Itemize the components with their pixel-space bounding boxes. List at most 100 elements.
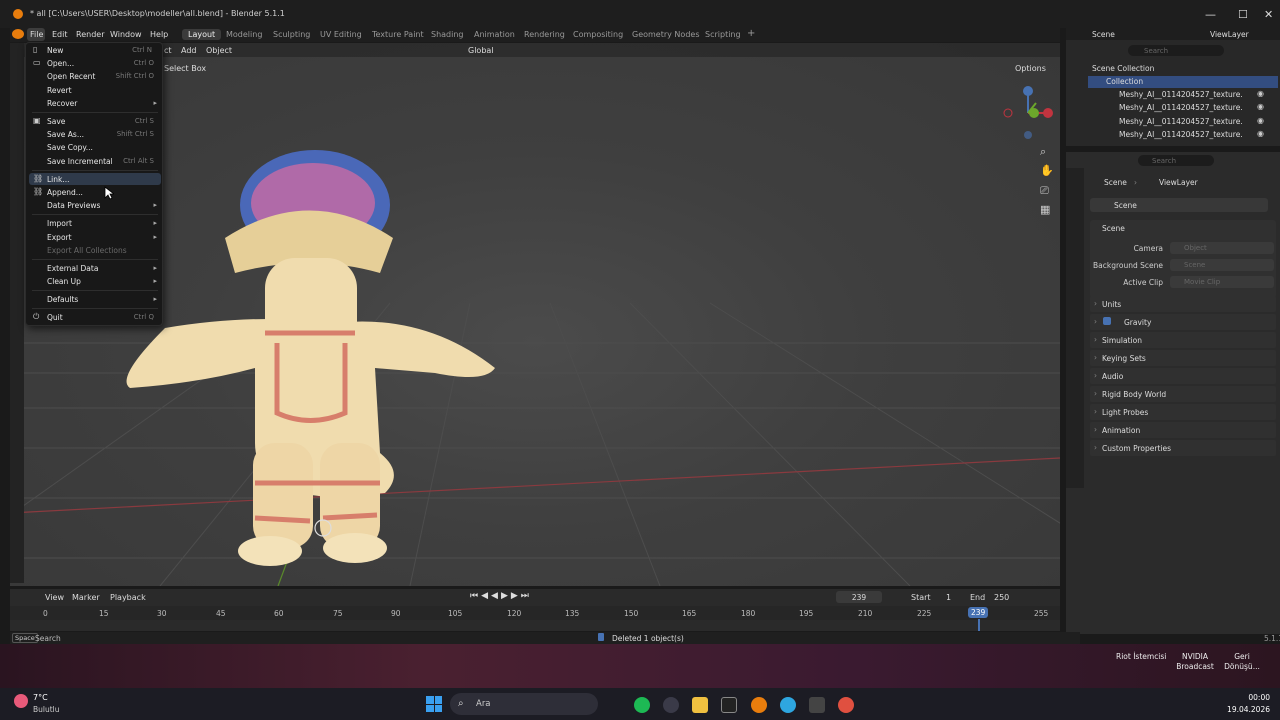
scene-collection-row[interactable]: Scene Collection: [1092, 64, 1154, 73]
outliner-search-input[interactable]: Search: [1128, 45, 1224, 56]
menu-item-save[interactable]: Save: [47, 117, 65, 126]
scene-datablock-field[interactable]: Scene: [1090, 198, 1268, 212]
timeline-menu-view[interactable]: View: [45, 593, 64, 602]
panel-keying-sets[interactable]: › Keying Sets: [1090, 350, 1276, 366]
menu-item-save-as[interactable]: Save As...: [47, 130, 84, 139]
start-frame-value[interactable]: 1: [946, 593, 951, 602]
3d-viewport[interactable]: ⌕ ✋ ⎚ ▦: [10, 43, 1060, 586]
clock-date[interactable]: 19.04.2026: [1210, 705, 1270, 714]
menu-item-link[interactable]: Link...: [47, 175, 70, 184]
add-workspace-button[interactable]: +: [747, 28, 755, 39]
visibility-eye-icon[interactable]: ◉: [1257, 89, 1264, 98]
minimize-button[interactable]: —: [1205, 8, 1216, 21]
pan-hand-icon[interactable]: ✋: [1040, 164, 1054, 177]
menu-item-external-data[interactable]: External Data: [47, 264, 98, 273]
collection-row[interactable]: Collection: [1106, 77, 1143, 86]
menu-item-clean-up[interactable]: Clean Up: [47, 277, 81, 286]
menu-item-open[interactable]: Open...: [47, 59, 74, 68]
tab-modeling[interactable]: Modeling: [226, 30, 262, 39]
taskbar-search-input[interactable]: ⌕ Ara: [450, 693, 598, 715]
object-row-4[interactable]: Meshy_AI__0114204527_texture.: [1119, 130, 1243, 139]
file-explorer-icon[interactable]: [692, 697, 708, 713]
menu-item-open-recent[interactable]: Open Recent: [47, 72, 95, 81]
menu-item-save-incremental[interactable]: Save Incremental: [47, 157, 113, 166]
active-clip-field[interactable]: Movie Clip: [1170, 276, 1274, 288]
navigation-gizmo[interactable]: [1000, 81, 1060, 151]
tab-compositing[interactable]: Compositing: [573, 30, 623, 39]
clock-time[interactable]: 00:00: [1210, 693, 1270, 702]
menu-window[interactable]: Window: [110, 30, 142, 39]
panel-rigid-body-world[interactable]: › Rigid Body World: [1090, 386, 1276, 402]
menu-item-revert[interactable]: Revert: [47, 86, 72, 95]
end-frame-value[interactable]: 250: [994, 593, 1009, 602]
playhead-frame[interactable]: 239: [968, 607, 989, 618]
zoom-icon[interactable]: ⌕: [1040, 145, 1046, 159]
viewport-options-button[interactable]: Options: [1015, 64, 1046, 73]
menu-item-data-previews[interactable]: Data Previews: [47, 201, 100, 210]
panel-audio[interactable]: › Audio: [1090, 368, 1276, 384]
menu-item-save-copy[interactable]: Save Copy...: [47, 143, 93, 152]
windows-start-icon[interactable]: [426, 696, 442, 712]
tab-geometry-nodes[interactable]: Geometry Nodes: [632, 30, 699, 39]
menu-file[interactable]: File: [30, 30, 43, 39]
app-icon[interactable]: [838, 697, 854, 713]
playhead-line[interactable]: [978, 619, 980, 631]
scene-selector[interactable]: Scene: [1092, 30, 1115, 39]
blender-menu-icon[interactable]: [12, 29, 24, 39]
menu-help[interactable]: Help: [150, 30, 168, 39]
epic-games-icon[interactable]: [809, 697, 825, 713]
desktop-icon-nvidia[interactable]: NVIDIA Broadcast: [1172, 652, 1218, 672]
view-layer-selector[interactable]: ViewLayer: [1210, 30, 1249, 39]
menu-item-new[interactable]: New: [47, 46, 63, 55]
tab-animation[interactable]: Animation: [474, 30, 515, 39]
desktop-icon-riot[interactable]: Riot İstemcisi: [1116, 652, 1166, 661]
tab-layout[interactable]: Layout: [182, 29, 222, 40]
ortho-grid-icon[interactable]: ▦: [1040, 203, 1050, 216]
properties-search-input[interactable]: Search: [1138, 155, 1214, 166]
tab-uv-editing[interactable]: UV Editing: [320, 30, 362, 39]
tool-shelf[interactable]: [10, 43, 24, 583]
scene-panel-title[interactable]: Scene: [1102, 224, 1125, 233]
spotify-icon[interactable]: [634, 697, 650, 713]
menu-item-defaults[interactable]: Defaults: [47, 295, 78, 304]
menu-edit[interactable]: Edit: [52, 30, 68, 39]
object-row-3[interactable]: Meshy_AI__0114204527_texture.: [1119, 117, 1243, 126]
camera-field[interactable]: Object: [1170, 242, 1274, 254]
menu-item-append[interactable]: Append...: [47, 188, 83, 197]
menu-item-quit[interactable]: Quit: [47, 313, 63, 322]
menu-item-recover[interactable]: Recover: [47, 99, 77, 108]
maximize-button[interactable]: ☐: [1238, 8, 1248, 21]
camera-view-icon[interactable]: ⎚: [1040, 184, 1049, 198]
panel-units[interactable]: › Units: [1090, 296, 1276, 312]
panel-gravity[interactable]: › Gravity: [1090, 314, 1276, 330]
desktop-icon-recycle[interactable]: Geri Dönüşü...: [1222, 652, 1262, 672]
visibility-eye-icon[interactable]: ◉: [1257, 116, 1264, 125]
steam-icon[interactable]: [663, 697, 679, 713]
object-row-2[interactable]: Meshy_AI__0114204527_texture.: [1119, 103, 1243, 112]
transform-orientation-dropdown[interactable]: Global: [468, 46, 494, 55]
viewport-menu-object[interactable]: Object: [206, 46, 232, 55]
tab-sculpting[interactable]: Sculpting: [273, 30, 310, 39]
close-window-button[interactable]: ✕: [1264, 8, 1273, 21]
menu-item-export[interactable]: Export: [47, 233, 72, 242]
weather-temp[interactable]: 7°C: [33, 693, 48, 702]
timeline-menu-marker[interactable]: Marker: [72, 593, 100, 602]
playback-controls[interactable]: ⏮◀◀▶▶⏭: [470, 591, 532, 601]
properties-tabs[interactable]: [1066, 168, 1084, 488]
visibility-eye-icon[interactable]: ◉: [1257, 129, 1264, 138]
timeline-menu-playback[interactable]: Playback: [110, 593, 146, 602]
tab-scripting[interactable]: Scripting: [705, 30, 741, 39]
menu-render[interactable]: Render: [76, 30, 104, 39]
frame-ruler[interactable]: [10, 606, 1060, 620]
object-row-1[interactable]: Meshy_AI__0114204527_texture.: [1119, 90, 1243, 99]
panel-animation[interactable]: › Animation: [1090, 422, 1276, 438]
weather-icon[interactable]: [14, 694, 28, 708]
blender-taskbar-icon[interactable]: [751, 697, 767, 713]
viewport-menu-add[interactable]: Add: [181, 46, 197, 55]
unreal-engine-icon[interactable]: [721, 697, 737, 713]
viewport-menu-select[interactable]: ct: [164, 46, 172, 55]
telegram-icon[interactable]: [780, 697, 796, 713]
tab-rendering[interactable]: Rendering: [524, 30, 565, 39]
panel-simulation[interactable]: › Simulation: [1090, 332, 1276, 348]
current-frame-field[interactable]: 239: [836, 591, 882, 603]
